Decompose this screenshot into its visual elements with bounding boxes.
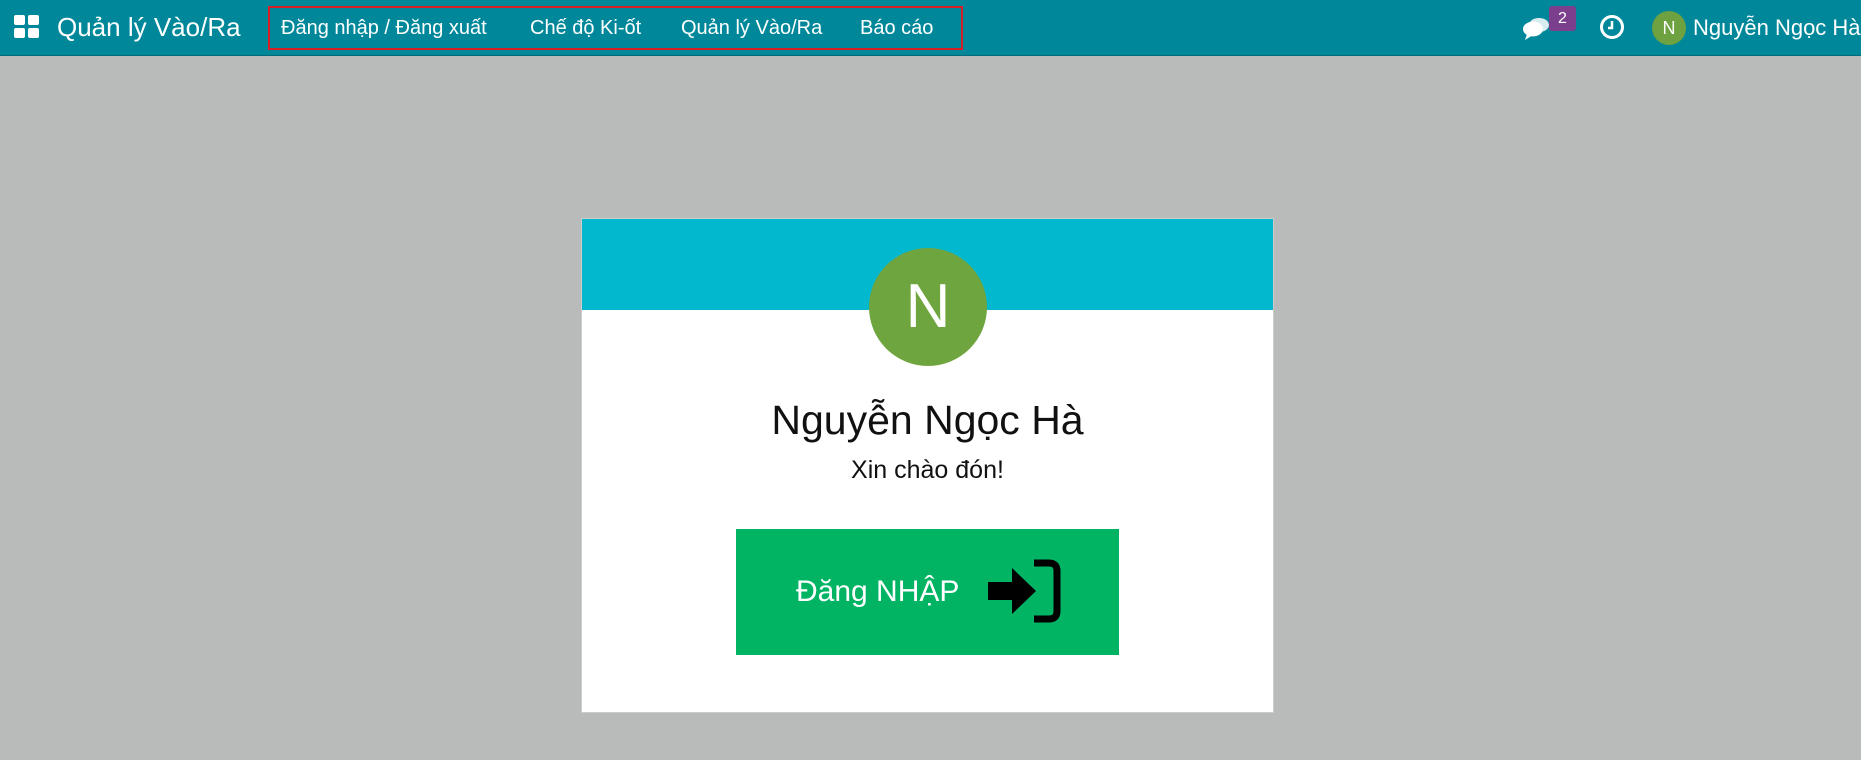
menu-item-kiosk-mode[interactable]: Chế độ Ki-ốt bbox=[530, 16, 641, 40]
employee-avatar: N bbox=[869, 248, 987, 366]
welcome-message: Xin chào đón! bbox=[851, 456, 1004, 484]
user-avatar[interactable]: N bbox=[1652, 11, 1686, 45]
checkin-button-label: Đăng NHẬP bbox=[796, 575, 960, 608]
app-title[interactable]: Quản lý Vào/Ra bbox=[57, 11, 241, 43]
chat-icon[interactable] bbox=[1522, 14, 1550, 42]
user-name[interactable]: Nguyễn Ngọc Hà bbox=[1693, 15, 1861, 41]
checkin-card: N Nguyễn Ngọc Hà Xin chào đón! Đăng NHẬP bbox=[581, 218, 1274, 713]
checkin-button[interactable]: Đăng NHẬP bbox=[736, 529, 1119, 655]
menu-item-reports[interactable]: Báo cáo bbox=[860, 16, 933, 40]
menu-item-checkin-checkout[interactable]: Đăng nhập / Đăng xuất bbox=[281, 16, 487, 40]
employee-name: Nguyễn Ngọc Hà bbox=[771, 397, 1084, 443]
top-navbar: Quản lý Vào/Ra Đăng nhập / Đăng xuất Chế… bbox=[0, 0, 1861, 56]
apps-icon[interactable] bbox=[14, 15, 40, 39]
sign-in-icon bbox=[988, 559, 1061, 623]
message-count-badge: 2 bbox=[1549, 6, 1576, 31]
menu-item-attendances[interactable]: Quản lý Vào/Ra bbox=[681, 16, 822, 40]
clock-icon[interactable] bbox=[1599, 14, 1625, 40]
